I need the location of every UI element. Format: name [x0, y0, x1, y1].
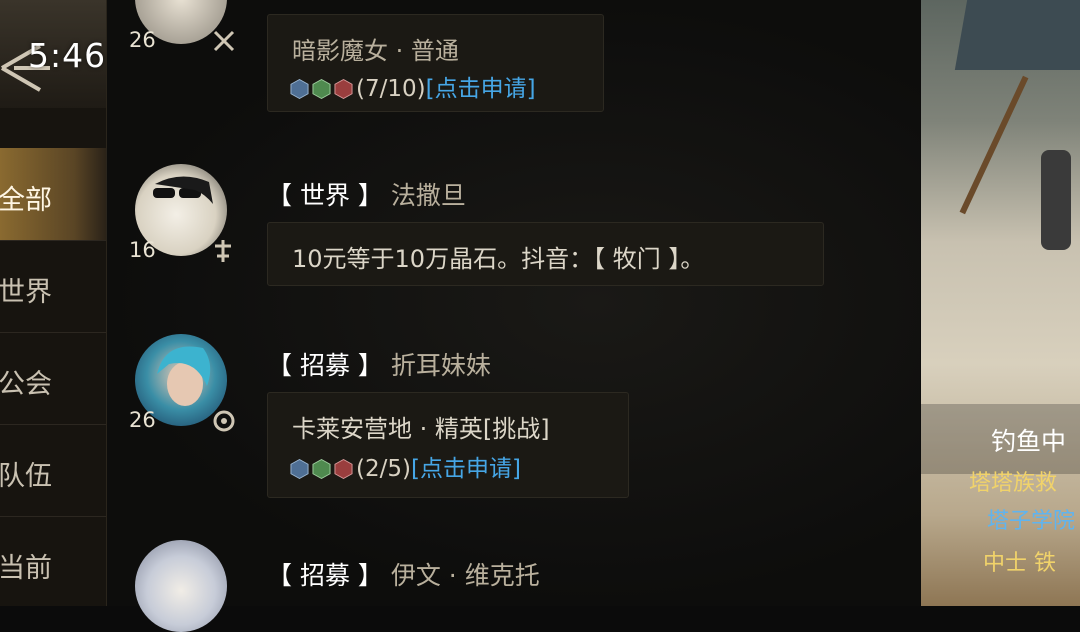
- game-scene-preview: 钓鱼中 塔塔族救 塔子学院 中士 铁: [921, 0, 1080, 606]
- message-header: 【 招募 】 伊文 · 维克托: [267, 556, 540, 592]
- channel-tag: 【 招募 】: [267, 351, 383, 380]
- npc-title-label: 中士 铁: [983, 551, 1056, 576]
- dungeon-name: 卡莱安营地 · 精英[挑战]: [292, 415, 550, 443]
- sender-name[interactable]: 伊文 · 维克托: [391, 561, 540, 590]
- message-header: 【 世界 】 法撒旦: [267, 176, 466, 212]
- apply-link[interactable]: [点击申请]: [426, 76, 536, 102]
- tank-role-icon: [290, 458, 309, 480]
- tab-label: 公会: [0, 369, 52, 400]
- message-header: 【 招募 】 折耳妹妹: [267, 346, 491, 382]
- team-count: (2/5): [356, 456, 411, 482]
- chat-panel: 26 暗影魔女 · 普通 (7/10)[点击申请] 16 【 世界 】 法撒旦 …: [107, 0, 920, 632]
- message-bubble: 卡莱安营地 · 精英[挑战] (2/5)[点击申请]: [267, 392, 629, 498]
- dps-role-icon: [334, 458, 353, 480]
- message-bubble: 暗影魔女 · 普通 (7/10)[点击申请]: [267, 14, 604, 112]
- tank-role-icon: [290, 78, 309, 100]
- channel-tab-column: 全部 世界 公会 队伍 当前: [0, 0, 107, 606]
- tab-current[interactable]: 当前: [0, 516, 106, 608]
- sender-name[interactable]: 折耳妹妹: [391, 351, 491, 380]
- fishing-status: 钓鱼中: [991, 427, 1067, 456]
- tab-label: 当前: [0, 553, 52, 584]
- tab-all[interactable]: 全部: [0, 148, 106, 241]
- recruit-line: (2/5)[点击申请]: [290, 449, 521, 483]
- team-count: (7/10): [356, 76, 426, 102]
- player-character: [1041, 150, 1071, 250]
- tab-label: 世界: [0, 277, 52, 308]
- message-text: 10元等于10万晶石。抖音：【 牧门 】。: [292, 245, 705, 273]
- class-icon: [215, 240, 231, 262]
- npc-name-label: 塔子学院: [987, 509, 1076, 534]
- status-time: 5:46: [28, 36, 107, 75]
- sender-name[interactable]: 法撒旦: [391, 181, 466, 210]
- tab-guild[interactable]: 公会: [0, 332, 106, 425]
- class-icon: [213, 410, 235, 432]
- healer-role-icon: [312, 78, 331, 100]
- npc-quest-label: 塔塔族救: [969, 471, 1058, 496]
- player-level: 26: [129, 408, 156, 432]
- player-level: 26: [129, 28, 156, 52]
- apply-link[interactable]: [点击申请]: [411, 456, 521, 482]
- umbrella-shade: [954, 0, 1080, 70]
- avatar[interactable]: [135, 540, 227, 632]
- tab-label: 队伍: [0, 461, 52, 492]
- dungeon-name: 暗影魔女 · 普通: [292, 37, 459, 65]
- umbrella-pole: [959, 75, 1029, 215]
- channel-tag: 【 招募 】: [267, 561, 383, 590]
- tab-team[interactable]: 队伍: [0, 424, 106, 517]
- class-icon: [213, 30, 235, 52]
- dps-role-icon: [334, 78, 353, 100]
- tab-label: 全部: [0, 185, 52, 216]
- tab-world[interactable]: 世界: [0, 240, 106, 333]
- player-level: 16: [129, 238, 156, 262]
- healer-role-icon: [312, 458, 331, 480]
- recruit-line: (7/10)[点击申请]: [290, 69, 536, 103]
- message-bubble: 10元等于10万晶石。抖音：【 牧门 】。: [267, 222, 824, 286]
- channel-tag: 【 世界 】: [267, 181, 383, 210]
